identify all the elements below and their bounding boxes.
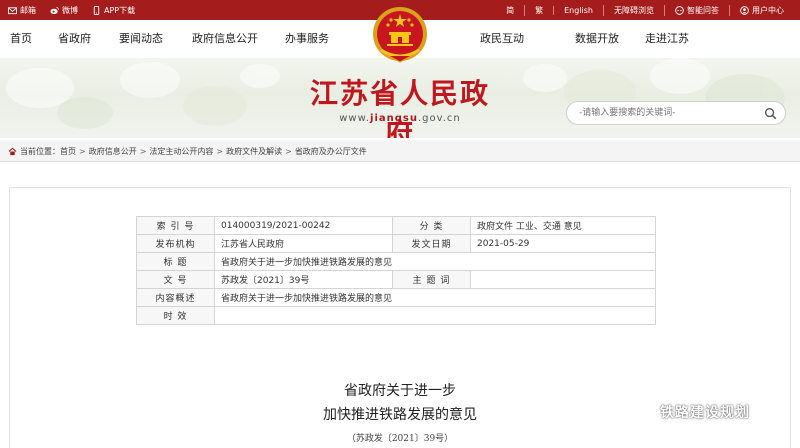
subject-value	[470, 270, 656, 289]
search-box	[566, 101, 786, 125]
nav-item-open-data[interactable]: 数据开放	[575, 20, 619, 58]
summary-value: 省政府关于进一步加快推进铁路发展的意见	[214, 288, 656, 307]
date-value: 2021-05-29	[470, 234, 656, 253]
nav-item-information-disclosure[interactable]: 政府信息公开	[192, 20, 258, 58]
nav-item-provincial-government[interactable]: 省政府	[58, 20, 91, 58]
simplified-chinese-label: 简	[506, 5, 515, 15]
english-link[interactable]: English	[553, 5, 603, 15]
search-input[interactable]	[579, 106, 759, 120]
top-left-links: 邮箱 微博 APP下载	[8, 0, 135, 20]
search-icon[interactable]	[764, 107, 777, 120]
mail-link[interactable]: 邮箱	[8, 5, 36, 16]
wechat-watermark: 铁路建设规划	[636, 402, 750, 422]
smart-qa-label: 智能问答	[687, 5, 719, 15]
doc-number-value: 苏政发〔2021〕39号	[214, 270, 393, 289]
breadcrumb-item-home[interactable]: 首页	[60, 146, 76, 157]
table-row: 标 题 省政府关于进一步加快推进铁路发展的意见	[136, 252, 656, 271]
summary-label: 内容概述	[136, 288, 215, 307]
mail-icon	[8, 6, 17, 14]
site-url-domain: jiangsu	[370, 113, 418, 124]
doc-number-label: 文 号	[136, 270, 215, 289]
watermark-text: 铁路建设规划	[660, 405, 750, 421]
title-label: 标 题	[136, 252, 215, 271]
user-center-link[interactable]: 用户中心	[729, 4, 794, 16]
nav-item-services[interactable]: 办事服务	[285, 20, 329, 58]
breadcrumb-separator: >	[139, 146, 147, 156]
accessibility-link[interactable]: 无障碍浏览	[603, 4, 664, 16]
date-label: 发文日期	[392, 234, 471, 253]
simplified-chinese-link[interactable]: 简	[496, 5, 524, 16]
app-icon	[93, 5, 100, 15]
document-number: （苏政发〔2021〕39号）	[346, 434, 454, 444]
traditional-chinese-label: 繁	[535, 5, 544, 15]
validity-value	[214, 306, 656, 325]
category-value: 政府文件 工业、交通 意见	[470, 216, 656, 235]
english-label: English	[564, 5, 593, 15]
accessibility-label: 无障碍浏览	[614, 5, 654, 15]
national-emblem-icon	[373, 7, 427, 63]
nav-item-home[interactable]: 首页	[10, 20, 32, 58]
site-title: 江苏省人民政府	[309, 77, 490, 138]
nav-item-news[interactable]: 要闻动态	[119, 20, 163, 58]
breadcrumb-separator: >	[285, 146, 292, 156]
nav-item-interaction[interactable]: 政民互动	[480, 20, 524, 58]
breadcrumb-label: 当前位置：	[20, 146, 60, 156]
mail-label: 邮箱	[20, 5, 36, 15]
breadcrumb-separator: >	[216, 146, 224, 156]
site-url-suffix: .gov.cn	[417, 113, 461, 124]
subject-label: 主 题 词	[392, 270, 471, 289]
document-title-line-1: 省政府关于进一步	[344, 383, 456, 399]
chat-icon	[675, 5, 684, 15]
nav-item-about-jiangsu[interactable]: 走进江苏	[645, 20, 689, 58]
top-right-links: 简 繁 English 无障碍浏览 智能问答 用户中心	[496, 0, 794, 20]
issuer-label: 发布机构	[136, 234, 215, 253]
document-metadata-table: 索 引 号 014000319/2021-00242 分 类 政府文件 工业、交…	[136, 216, 656, 325]
traditional-chinese-link[interactable]: 繁	[524, 4, 553, 16]
title-value: 省政府关于进一步加快推进铁路发展的意见	[214, 252, 656, 271]
table-row: 时 效	[136, 306, 656, 325]
table-row: 索 引 号 014000319/2021-00242 分 类 政府文件 工业、交…	[136, 216, 656, 235]
breadcrumb-separator: >	[79, 146, 86, 156]
index-value: 014000319/2021-00242	[214, 216, 393, 235]
table-row: 发布机构 江苏省人民政府 发文日期 2021-05-29	[136, 234, 656, 253]
breadcrumb-item-information-disclosure[interactable]: 政府信息公开	[89, 146, 137, 157]
site-url: www.jiangsu.gov.cn	[300, 113, 500, 124]
breadcrumb-item-government-documents[interactable]: 政府文件及解读	[226, 146, 282, 157]
breadcrumb: 当前位置： 首页 > 政府信息公开 > 法定主动公开内容 > 政府文件及解读 >…	[8, 140, 367, 162]
user-icon	[740, 5, 749, 15]
header-banner: 江苏省人民政府 www.jiangsu.gov.cn	[0, 58, 800, 138]
app-download-label: APP下载	[104, 5, 136, 15]
category-label: 分 类	[392, 216, 471, 235]
breadcrumb-item-provincial-documents[interactable]: 省政府及办公厅文件	[295, 146, 367, 157]
smart-qa-link[interactable]: 智能问答	[664, 4, 729, 16]
table-row: 内容概述 省政府关于进一步加快推进铁路发展的意见	[136, 288, 656, 307]
user-center-label: 用户中心	[752, 5, 784, 15]
validity-label: 时 效	[136, 306, 215, 325]
wechat-icon	[636, 404, 656, 420]
weibo-link[interactable]: 微博	[50, 5, 78, 16]
index-label: 索 引 号	[136, 216, 215, 235]
issuer-value: 江苏省人民政府	[214, 234, 393, 253]
breadcrumb-item-statutory-content[interactable]: 法定主动公开内容	[149, 146, 213, 157]
app-download-link[interactable]: APP下载	[92, 5, 135, 16]
home-location-icon	[8, 147, 17, 155]
weibo-label: 微博	[62, 5, 78, 15]
site-url-prefix: www.	[339, 113, 371, 124]
weibo-icon	[50, 6, 59, 14]
breadcrumb-bar: 当前位置： 首页 > 政府信息公开 > 法定主动公开内容 > 政府文件及解读 >…	[0, 140, 800, 162]
table-row: 文 号 苏政发〔2021〕39号 主 题 词	[136, 270, 656, 289]
